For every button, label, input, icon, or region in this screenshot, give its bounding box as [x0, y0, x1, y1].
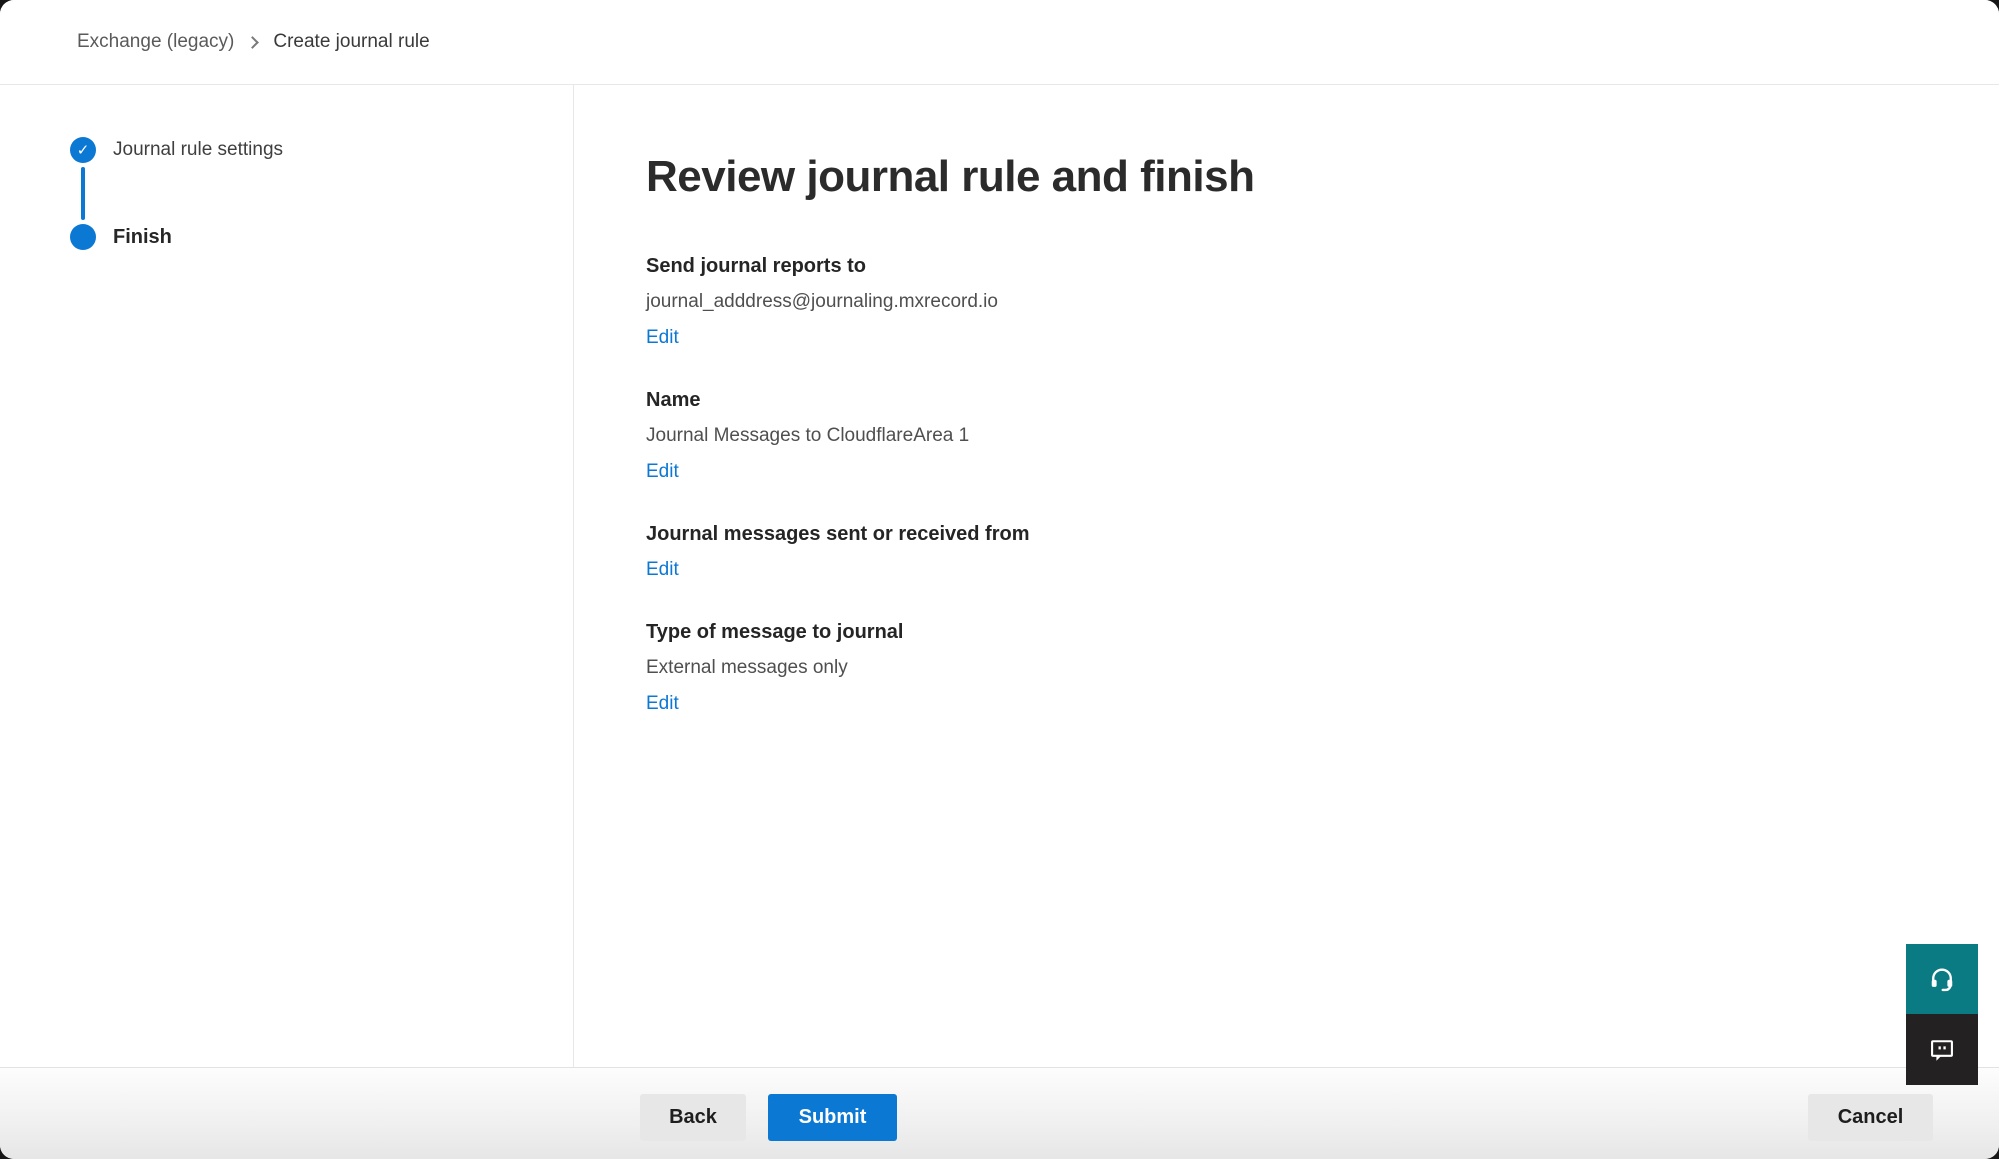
breadcrumb-current-page: Create journal rule [273, 31, 429, 53]
breadcrumb: Exchange (legacy) Create journal rule [77, 31, 430, 53]
edit-journal-messages-link[interactable]: Edit [646, 552, 679, 588]
review-pane: Review journal rule and finish Send jour… [574, 85, 1999, 1067]
exchange-admin-window: Exchange (legacy) Create journal rule ✓ … [0, 0, 1999, 1159]
edit-type-of-message-link[interactable]: Edit [646, 686, 679, 722]
section-type-of-message: Type of message to journal External mess… [646, 614, 1939, 722]
breadcrumb-link-exchange-legacy[interactable]: Exchange (legacy) [77, 31, 234, 53]
edit-name-link[interactable]: Edit [646, 454, 679, 490]
help-button[interactable] [1906, 944, 1978, 1014]
page-title: Review journal rule and finish [646, 148, 1939, 206]
step-completed-check-icon: ✓ [70, 137, 96, 163]
feedback-icon [1928, 1036, 1956, 1064]
section-journal-messages-sent-or-received: Journal messages sent or received from E… [646, 516, 1939, 588]
submit-button[interactable]: Submit [768, 1094, 897, 1141]
wizard-step-journal-rule-settings[interactable]: ✓ Journal rule settings [70, 137, 573, 163]
content-row: ✓ Journal rule settings Finish Review jo… [0, 85, 1999, 1067]
cancel-button[interactable]: Cancel [1808, 1094, 1933, 1141]
section-value: Journal Messages to CloudflareArea 1 [646, 418, 1939, 454]
wizard-steps-panel: ✓ Journal rule settings Finish [0, 85, 574, 1067]
section-label: Send journal reports to [646, 248, 1939, 284]
headset-icon [1928, 965, 1956, 993]
feedback-button[interactable] [1906, 1014, 1978, 1085]
back-button[interactable]: Back [640, 1094, 746, 1141]
section-label: Name [646, 382, 1939, 418]
step-label: Journal rule settings [113, 139, 283, 161]
chevron-right-icon [247, 36, 260, 49]
header: Exchange (legacy) Create journal rule [0, 0, 1999, 85]
section-value: External messages only [646, 650, 1939, 686]
footer-action-bar: Back Submit Cancel [0, 1067, 1999, 1159]
section-label: Journal messages sent or received from [646, 516, 1939, 552]
step-label: Finish [113, 226, 172, 249]
section-value: journal_adddress@journaling.mxrecord.io [646, 284, 1939, 320]
edit-send-journal-reports-link[interactable]: Edit [646, 320, 679, 356]
section-send-journal-reports-to: Send journal reports to journal_adddress… [646, 248, 1939, 356]
wizard-step-finish[interactable]: Finish [70, 224, 573, 250]
check-icon: ✓ [77, 143, 90, 158]
section-name: Name Journal Messages to CloudflareArea … [646, 382, 1939, 490]
step-connector-line [81, 167, 85, 220]
step-current-dot-icon [70, 224, 96, 250]
section-label: Type of message to journal [646, 614, 1939, 650]
